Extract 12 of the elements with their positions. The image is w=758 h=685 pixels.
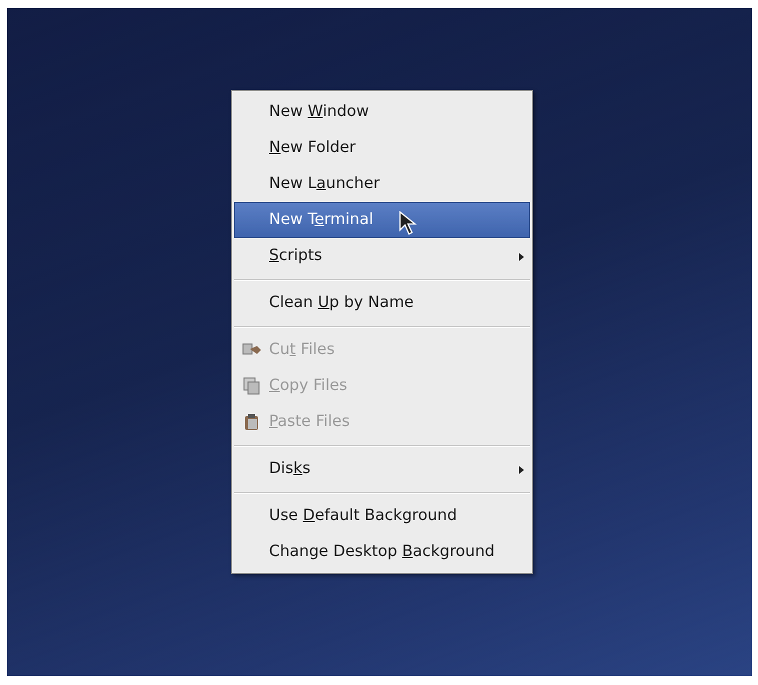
menu-item[interactable]: Disks bbox=[234, 451, 530, 487]
menu-item[interactable]: New Folder bbox=[234, 130, 530, 166]
clipboard-icon bbox=[243, 413, 261, 431]
menu-item[interactable]: New Launcher bbox=[234, 166, 530, 202]
menu-item[interactable]: New Terminal bbox=[234, 202, 530, 238]
menu-item[interactable]: Use Default Background bbox=[234, 498, 530, 534]
menu-item[interactable]: Clean Up by Name bbox=[234, 285, 530, 321]
mouse-pointer-icon bbox=[399, 211, 419, 237]
copy-icon bbox=[243, 377, 261, 395]
menu-item[interactable]: Change Desktop Background bbox=[234, 534, 530, 570]
menu-item[interactable]: New Window bbox=[234, 94, 530, 130]
menu-item[interactable]: Scripts bbox=[234, 238, 530, 274]
